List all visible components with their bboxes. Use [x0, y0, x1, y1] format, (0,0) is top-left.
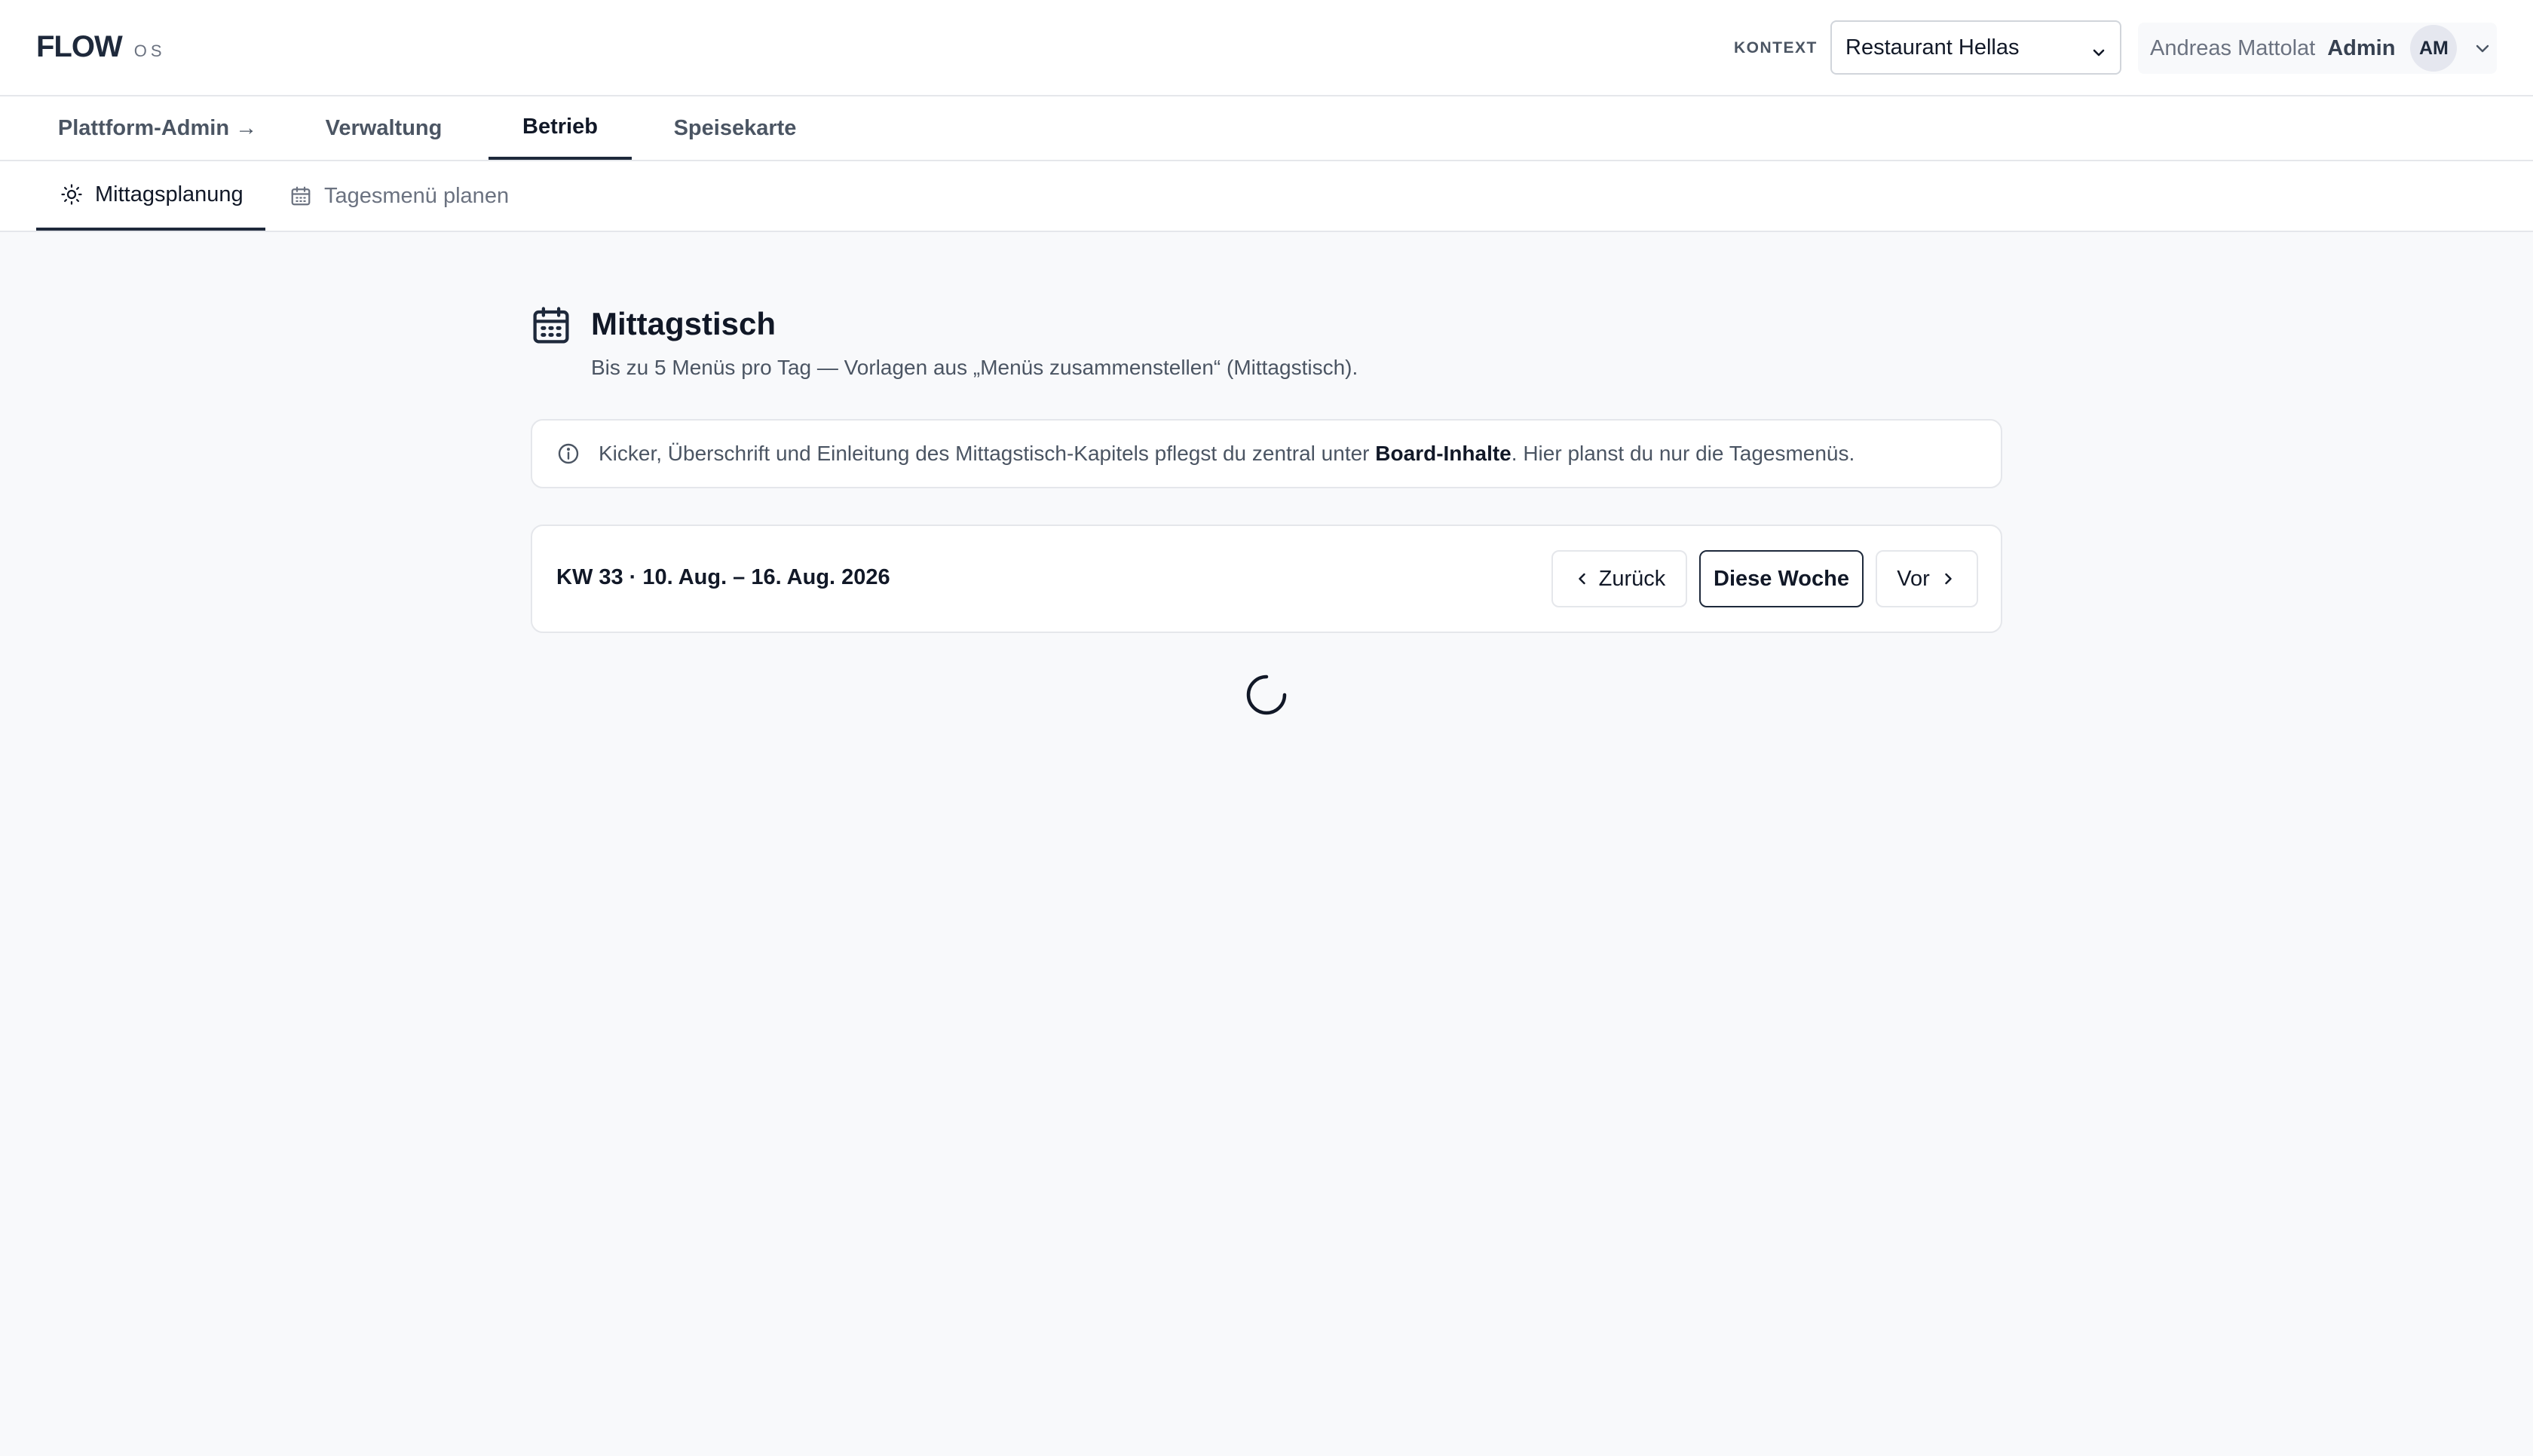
tab-verwaltung[interactable]: Verwaltung	[312, 96, 455, 160]
calendar-icon	[289, 185, 312, 207]
chevron-down-icon	[2091, 41, 2106, 66]
board-inhalte-link[interactable]: Board-Inhalte	[1375, 442, 1511, 465]
tab-speisekarte[interactable]: Speisekarte	[662, 96, 808, 160]
page-subtitle: Bis zu 5 Menüs pro Tag — Vorlagen aus „M…	[591, 356, 1358, 379]
context-select-value: Restaurant Hellas	[1845, 35, 2020, 60]
context-select[interactable]: Restaurant Hellas	[1830, 20, 2121, 75]
logo-wordmark: FLOW	[36, 30, 123, 63]
logo[interactable]: FLOW OS	[36, 30, 166, 64]
loading-spinner-icon	[1245, 674, 1288, 720]
main-nav: Plattform-Admin → Verwaltung Betrieb Spe…	[0, 96, 2533, 161]
sun-icon	[60, 183, 83, 206]
user-menu[interactable]: Andreas Mattolat Admin AM	[2138, 23, 2497, 74]
next-week-label: Vor	[1897, 566, 1930, 591]
top-bar: FLOW OS KONTEXT Restaurant Hellas Andrea…	[0, 0, 2533, 96]
user-name: Andreas Mattolat	[2150, 35, 2316, 60]
next-week-button[interactable]: Vor	[1876, 550, 1978, 607]
week-label: KW 33 · 10. Aug. – 16. Aug. 2026	[556, 565, 890, 589]
info-text-after: . Hier planst du nur die Tagesmenüs.	[1511, 442, 1855, 465]
calendar-icon	[531, 304, 571, 350]
subtab-label: Tagesmenü planen	[324, 183, 510, 208]
chevron-right-icon	[1939, 570, 1957, 588]
chevron-left-icon	[1573, 570, 1591, 588]
context-label: KONTEXT	[1734, 39, 1818, 57]
info-icon	[556, 442, 580, 466]
subtab-tagesmenue-planen[interactable]: Tagesmenü planen	[265, 161, 522, 231]
this-week-button[interactable]: Diese Woche	[1699, 550, 1864, 607]
subtab-label: Mittagsplanung	[95, 182, 243, 206]
info-text: Kicker, Überschrift und Einleitung des M…	[599, 442, 1855, 466]
info-banner: Kicker, Überschrift und Einleitung des M…	[531, 419, 2002, 488]
prev-week-button[interactable]: Zurück	[1551, 550, 1687, 607]
chevron-down-icon	[2473, 39, 2492, 57]
info-text-before: Kicker, Überschrift und Einleitung des M…	[599, 442, 1376, 465]
prev-week-label: Zurück	[1598, 566, 1666, 591]
page-title: Mittagstisch	[591, 306, 776, 341]
logo-suffix: OS	[133, 41, 166, 60]
user-role: Admin	[2327, 35, 2396, 60]
avatar: AM	[2410, 25, 2458, 72]
subtab-mittagsplanung[interactable]: Mittagsplanung	[36, 161, 265, 231]
tab-betrieb[interactable]: Betrieb	[489, 96, 632, 160]
tab-plattform-admin[interactable]: Plattform-Admin →	[36, 96, 279, 160]
sub-nav: Mittagsplanung Tagesmenü planen	[0, 161, 2533, 232]
week-navigator: KW 33 · 10. Aug. – 16. Aug. 2026 Zurück …	[531, 525, 2002, 633]
